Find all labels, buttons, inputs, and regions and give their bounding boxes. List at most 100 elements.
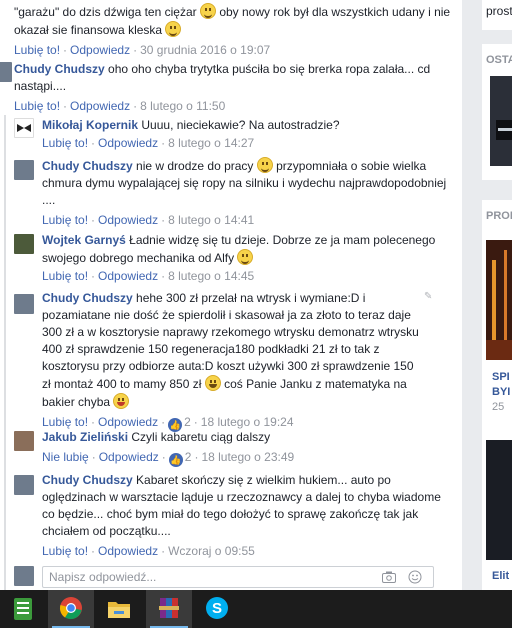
tongue-emoji-icon — [113, 393, 130, 409]
reply-text: Uuuu, nieciekawie? Na autostradzie? — [141, 118, 340, 132]
reply-link[interactable]: Odpowiedz — [98, 213, 158, 227]
reply-timestamp[interactable]: Wczoraj o 09:55 — [168, 544, 255, 558]
avatar[interactable] — [14, 160, 34, 180]
promo-title[interactable]: BYI — [492, 385, 510, 400]
reply: Chudy Chudszy nie w drodze do pracy przy… — [42, 157, 454, 229]
reply-author[interactable]: Wojtek Garnyś — [42, 233, 126, 247]
comment-author[interactable]: Chudy Chudszy — [14, 62, 105, 76]
reply-text: nie w drodze do pracy — [136, 159, 254, 173]
edit-pencil-icon[interactable]: ✎ — [424, 291, 432, 302]
chrome-icon — [59, 597, 82, 620]
like-link[interactable]: Lubię to! — [42, 544, 88, 558]
reply-link[interactable]: Odpowiedz — [98, 269, 158, 283]
reply-timestamp[interactable]: 18 lutego o 19:24 — [201, 415, 294, 429]
reply-composer — [42, 566, 434, 588]
emoji-icon[interactable] — [407, 569, 423, 585]
like-link[interactable]: Lubię to! — [42, 136, 88, 150]
right-sidebar: prost OSTA PROI SPI BYI 25 Elit — [474, 0, 512, 590]
reply-link[interactable]: Odpowiedz — [98, 415, 158, 429]
promo-title[interactable]: SPI — [492, 370, 510, 385]
avatar[interactable] — [14, 118, 34, 138]
reply-input[interactable] — [43, 567, 363, 587]
svg-text:S: S — [212, 600, 222, 617]
comment: Chudy Chudszy oho oho chyba trytytka puś… — [14, 61, 454, 115]
avatar[interactable] — [14, 431, 34, 451]
windows-taskbar: S — [0, 590, 512, 628]
promo-image[interactable] — [486, 240, 512, 360]
reply: Wojtek Garnyś Ładnie widzę się tu dzieje… — [42, 232, 454, 285]
taskbar-app-explorer[interactable] — [96, 590, 142, 628]
reply-link[interactable]: Odpowiedz — [98, 136, 158, 150]
reply-actions: Lubię to! · Odpowiedz · 8 lutego o 14:41 — [42, 213, 255, 227]
comment-actions: Lubię to! · Odpowiedz · 8 lutego o 11:50 — [14, 99, 226, 113]
comment-timestamp[interactable]: 8 lutego o 11:50 — [140, 99, 225, 113]
reply: Mikołaj Kopernik Uuuu, nieciekawie? Na a… — [42, 117, 454, 152]
avatar[interactable] — [14, 234, 34, 254]
avatar[interactable] — [14, 475, 34, 495]
reply-text: Czyli kabaretu ciąg dalszy — [131, 430, 271, 444]
comment-actions: Lubię to! · Odpowiedz · 30 grudnia 2016 o 19… — [14, 43, 271, 57]
sidebar-section-card: OSTA — [482, 44, 512, 180]
smile-emoji-icon — [199, 3, 216, 19]
reply-author[interactable]: Chudy Chudszy — [42, 473, 133, 487]
promo-title[interactable]: Elit — [492, 570, 509, 582]
like-link[interactable]: Lubię to! — [14, 99, 60, 113]
comment: "garażu" do dzis dźwiga ten ciężar oby n… — [14, 3, 454, 59]
reply-timestamp[interactable]: 8 lutego o 14:41 — [168, 213, 254, 227]
reply-author[interactable]: Jakub Zieliński — [42, 430, 128, 444]
notes-icon — [14, 598, 32, 620]
promo-image[interactable] — [486, 440, 512, 560]
comment-timestamp[interactable]: 30 grudnia 2016 o 19:07 — [140, 43, 270, 57]
avatar[interactable] — [0, 62, 12, 82]
taskbar-app-notes[interactable] — [0, 590, 46, 628]
like-link[interactable]: Lubię to! — [42, 269, 88, 283]
thumbs-up-icon: 👍 — [168, 453, 183, 467]
reply-actions: Lubię to! · Odpowiedz · Wczoraj o 09:55 — [42, 544, 255, 558]
sidebar-section-title: PROI — [486, 210, 512, 222]
grin-emoji-icon — [204, 375, 221, 391]
reply-text: hehe 300 zł przelał na wtrysk i wymiane:… — [42, 291, 419, 391]
avatar[interactable] — [14, 294, 34, 314]
reply: Chudy Chudszy Kabaret skończy się z wiel… — [42, 472, 442, 560]
sidebar-thumbnail[interactable] — [490, 76, 512, 166]
reply: Chudy Chudszy hehe 300 zł przelał na wtr… — [42, 290, 422, 432]
smile-emoji-icon — [165, 21, 182, 37]
reply-link[interactable]: Odpowiedz — [98, 544, 158, 558]
sidebar-top-text[interactable]: prost — [482, 0, 512, 18]
reply-actions: Nie lubię · Odpowiedz · 👍 2 · 18 lutego o 23:49 — [42, 450, 295, 467]
reply-timestamp[interactable]: 8 lutego o 14:45 — [168, 269, 254, 283]
taskbar-app-chrome[interactable] — [48, 590, 94, 628]
smile-emoji-icon — [256, 157, 273, 173]
folder-icon — [108, 602, 130, 618]
like-link[interactable]: Lubię to! — [42, 213, 88, 227]
reply-thread-line — [4, 115, 6, 590]
reply: Jakub Zieliński Czyli kabaretu ciąg dals… — [42, 429, 454, 467]
sidebar-top-card: prost — [482, 0, 512, 30]
reply-timestamp[interactable]: 8 lutego o 14:27 — [168, 136, 254, 150]
like-link[interactable]: Lubię to! — [14, 43, 60, 57]
like-link[interactable]: Lubię to! — [42, 415, 88, 429]
reply-link[interactable]: Odpowiedz — [99, 450, 159, 464]
comment-text: "garażu" do dzis dźwiga ten ciężar — [14, 5, 197, 19]
like-count[interactable]: 👍 2 — [168, 450, 191, 467]
taskbar-app-skype[interactable]: S — [194, 590, 240, 628]
unlike-link[interactable]: Nie lubię — [42, 450, 89, 464]
camera-icon[interactable] — [381, 569, 397, 585]
promo-meta: 25 — [492, 401, 505, 413]
bowtie-avatar-icon — [17, 124, 31, 132]
reply-link[interactable]: Odpowiedz — [70, 43, 130, 57]
smile-emoji-icon — [237, 249, 254, 265]
comment-feed: "garażu" do dzis dźwiga ten ciężar oby n… — [0, 0, 462, 590]
winrar-icon — [159, 598, 179, 618]
reply-actions: Lubię to! · Odpowiedz · 8 lutego o 14:27 — [42, 136, 255, 150]
reply-author[interactable]: Chudy Chudszy — [42, 159, 133, 173]
taskbar-app-winrar[interactable] — [146, 590, 192, 628]
reply-timestamp[interactable]: 18 lutego o 23:49 — [201, 450, 294, 464]
reply-link[interactable]: Odpowiedz — [70, 99, 130, 113]
skype-icon: S — [206, 597, 228, 619]
sidebar-promo-card: PROI SPI BYI 25 Elit — [482, 200, 512, 590]
sidebar-section-title: OSTA — [486, 54, 512, 66]
reply-author[interactable]: Chudy Chudszy — [42, 291, 133, 305]
reply-author[interactable]: Mikołaj Kopernik — [42, 118, 138, 132]
like-count[interactable]: 👍 2 — [168, 415, 191, 432]
